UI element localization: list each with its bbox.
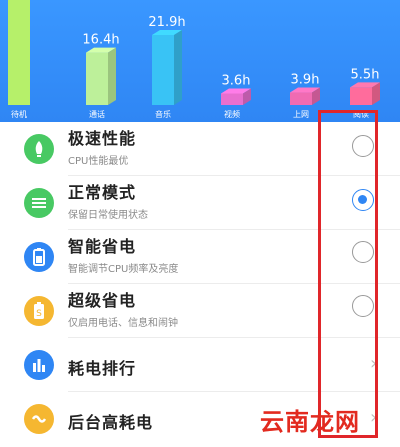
ranking-icon — [24, 350, 54, 380]
mode-subtitle: CPU性能最优 — [68, 156, 129, 167]
rocket-icon — [24, 134, 54, 164]
chart-category-label: 待机 — [11, 109, 27, 119]
mode-subtitle: 保留日常使用状态 — [68, 210, 148, 221]
chart-category-label: 上网 — [293, 110, 309, 119]
chart-category-label: 音乐 — [155, 109, 171, 119]
chart-canvas: 待机16.4h通话21.9h音乐3.6h视频3.9h上网5.5h阅读 — [8, 0, 380, 119]
smart-battery-icon — [24, 242, 54, 272]
chart-bar — [8, 0, 30, 105]
chart-bar — [290, 92, 312, 105]
mode-title: 正常模式 — [68, 183, 137, 202]
chart-bar-side — [108, 47, 116, 105]
chart-category-label: 视频 — [224, 109, 240, 119]
chart-value-label: 5.5h — [351, 67, 380, 82]
mode-title: 超级省电 — [68, 291, 137, 310]
svg-text:S: S — [36, 309, 42, 319]
background-drain-icon — [24, 404, 54, 434]
chart-value-label: 3.9h — [291, 73, 320, 88]
chart-value-label: 3.6h — [222, 73, 251, 88]
link-title: 后台高耗电 — [68, 413, 154, 432]
chart-bar — [350, 87, 372, 105]
chart-bar — [221, 93, 243, 105]
chart-bar — [86, 52, 108, 105]
chart-value-label: 21.9h — [148, 15, 185, 30]
mode-subtitle: 智能调节CPU频率及亮度 — [68, 264, 179, 275]
chart-bar — [152, 35, 174, 105]
mode-title: 智能省电 — [68, 237, 137, 256]
chart-value-label: 16.4h — [82, 33, 119, 48]
link-title: 耗电排行 — [68, 359, 137, 378]
super-saver-icon: S — [24, 296, 54, 326]
mode-subtitle: 仅启用电话、信息和闹钟 — [68, 318, 178, 329]
highlight-box — [318, 110, 378, 438]
chart-category-label: 通话 — [89, 109, 105, 119]
watermark: 云南龙网 — [260, 408, 360, 436]
balanced-icon — [24, 188, 54, 218]
chart-bar-side — [174, 30, 182, 105]
battery-usage-chart: 待机 16.4h 通话 21.9h 音乐 3.6h 视频 3.9h 上网 5.5h 阅读 — [0, 0, 400, 122]
mode-title: 极速性能 — [68, 129, 137, 148]
